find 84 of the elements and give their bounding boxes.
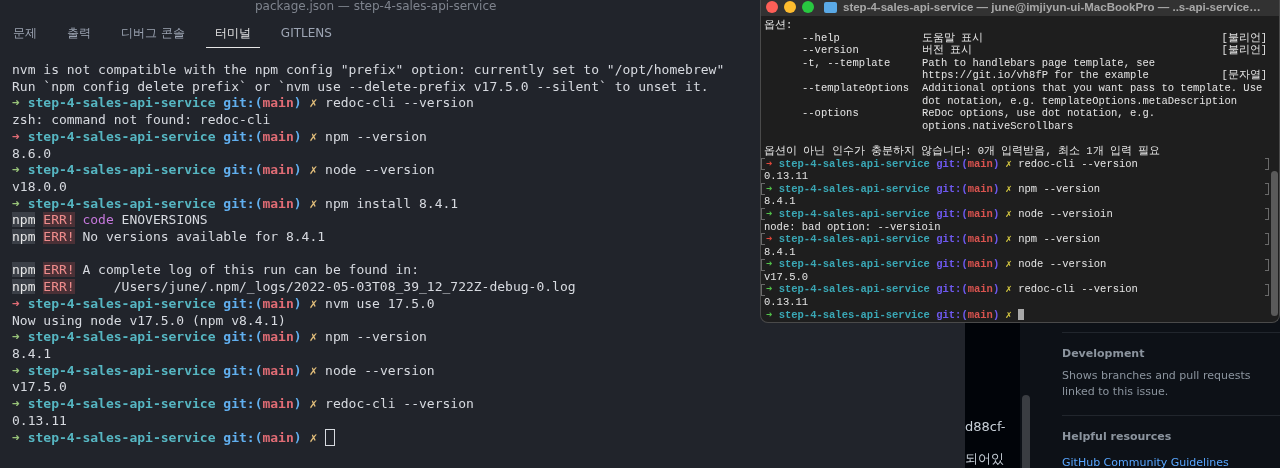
- zoom-icon[interactable]: [802, 1, 814, 13]
- terminal-line: 8.4.1: [764, 245, 796, 259]
- terminal-line: node: bad option: --versioin: [764, 220, 941, 234]
- scrollbar[interactable]: [1022, 395, 1030, 468]
- prompt-line: ➜ step-4-sales-api-service git:(main) ✗ nvm use 17.5.0: [12, 295, 435, 313]
- option-description: dot notation, e.g. templateOptions.metaDescription: [922, 94, 1238, 108]
- line-mark-icon: [1265, 283, 1269, 296]
- window-title: step-4-sales-api-service — june@imjiyun-ui-MacBookPro — ..s-api-service…: [843, 1, 1261, 13]
- line-mark-icon: [761, 208, 765, 221]
- prompt-line: ➜ step-4-sales-api-service git:(main) ✗ node --version: [12, 162, 435, 179]
- line-mark-icon: [761, 183, 765, 195]
- line-mark-icon: [1265, 258, 1269, 271]
- options-heading: 옵션:: [764, 19, 793, 32]
- window-title: package.json — step-4-sales-api-service: [255, 0, 497, 14]
- minimize-icon[interactable]: [784, 1, 796, 13]
- terminal-line: v18.0.0: [12, 178, 67, 196]
- terminal-line: 0.13.11: [764, 170, 809, 183]
- section-heading: Helpful resources: [1062, 430, 1173, 443]
- prompt-line: ➜ step-4-sales-api-service git:(main) ✗ redoc-cli --version: [12, 95, 474, 113]
- panel-tab[interactable]: 문제: [4, 18, 46, 48]
- terminal-line: zsh: command not found: redoc-cli: [12, 112, 271, 129]
- prompt-line: ➜ step-4-sales-api-service git:(main) ✗ redoc-cli --version: [766, 283, 1138, 297]
- error-line: npm ERR! /Users/june/.npm/_logs/2022-05-03T08_39_12_722Z-debug-0.log: [12, 279, 576, 296]
- prompt-line: ➜ step-4-sales-api-service git:(main) ✗ redoc-cli --version: [12, 396, 474, 413]
- option-description: ReDoc options, use dot notation, e.g.: [922, 107, 1156, 120]
- prompt-line: ➜ step-4-sales-api-service git:(main) ✗ node --version: [12, 362, 435, 380]
- prompt-line: ➜ step-4-sales-api-service git:(main) ✗ npm --version: [766, 233, 1101, 246]
- terminal-line: Now using node v17.5.0 (npm v8.4.1): [12, 312, 286, 330]
- option-name: --options: [802, 107, 859, 120]
- panel-tab[interactable]: GITLENS: [271, 20, 341, 46]
- error-line: npm ERR! A complete log of this run can be found in:: [12, 262, 419, 280]
- terminal-line: 0.13.11: [764, 296, 809, 309]
- scrollbar[interactable]: [1271, 171, 1278, 316]
- line-mark-icon: [761, 258, 765, 271]
- option-name: --templateOptions: [802, 81, 910, 94]
- terminal-line: Run `npm config delete prefix` or `nvm use --delete-prefix v17.5.0 --silent` to unset it.: [12, 78, 709, 96]
- panel-tab[interactable]: 터미널: [205, 18, 260, 48]
- error-message: 옵션이 아닌 인수가 충분하지 않습니다: 0개 입력받음, 최소 1개 입력 필요: [764, 144, 1161, 158]
- option-description: Additional options that you want pass to template. Use: [922, 81, 1263, 95]
- terminal-line: v17.5.0: [12, 379, 67, 397]
- line-mark-icon: [761, 233, 765, 246]
- line-mark-icon: [761, 283, 765, 296]
- line-mark-icon: [1265, 157, 1269, 170]
- option-description: Path to handlebars page template, see: [922, 56, 1156, 70]
- prompt-line: ➜ step-4-sales-api-service git:(main) ✗ node --versioin: [766, 207, 1113, 221]
- option-name: -t, --template: [802, 56, 891, 69]
- option-name: --version: [802, 44, 859, 57]
- terminal-line: 8.6.0: [12, 145, 52, 163]
- option-type: [문자열]: [1221, 69, 1267, 82]
- option-description: https://git.io/vh8fP for the example: [922, 69, 1149, 82]
- terminal-line: 8.4.1: [764, 195, 796, 208]
- prompt-line: ➜ step-4-sales-api-service git:(main) ✗ npm install 8.4.1: [12, 195, 459, 213]
- prompt-line: ➜ step-4-sales-api-service git:(main) ✗: [12, 429, 318, 447]
- terminal-line: 0.13.11: [12, 412, 67, 430]
- error-line: npm ERR! code ENOVERSIONS: [12, 212, 208, 230]
- prompt-line: ➜ step-4-sales-api-service git:(main) ✗: [766, 308, 1012, 322]
- line-mark-icon: [761, 157, 765, 170]
- line-mark-icon: [1265, 233, 1269, 246]
- folder-icon: [824, 1, 837, 13]
- terminal-line: v17.5.0: [764, 270, 809, 284]
- option-name: --help: [802, 31, 840, 44]
- option-description: 버전 표시: [922, 44, 973, 57]
- prompt-line: ➜ step-4-sales-api-service git:(main) ✗ redoc-cli --version: [766, 157, 1138, 171]
- option-description: 도움말 표시: [922, 31, 984, 45]
- terminal-line: 8.4.1: [12, 345, 52, 363]
- option-type: [불리언]: [1221, 44, 1267, 57]
- line-mark-icon: [1265, 183, 1269, 195]
- prompt-line: ➜ step-4-sales-api-service git:(main) ✗ npm --version: [12, 128, 427, 146]
- error-line: npm ERR! No versions available for 8.4.1: [12, 229, 326, 246]
- option-description: options.nativeScrollbars: [922, 119, 1074, 133]
- terminal-line: nvm is not compatible with the npm config "prefix" option: currently set to "/opt/homebrew": [12, 62, 725, 79]
- prompt-line: ➜ step-4-sales-api-service git:(main) ✗ npm --version: [766, 182, 1101, 196]
- line-mark-icon: [1265, 208, 1269, 221]
- page-text: 되어있: [965, 450, 1004, 468]
- section-text: Shows branches and pull requests linked to this issue.: [1062, 368, 1252, 400]
- panel-tab[interactable]: 출력: [58, 18, 100, 48]
- panel-tab[interactable]: 디버그 콘솔: [112, 18, 194, 48]
- prompt-line: ➜ step-4-sales-api-service git:(main) ✗ node --version: [766, 258, 1107, 271]
- resource-link[interactable]: GitHub Community Guidelines: [1062, 456, 1229, 468]
- close-icon[interactable]: [766, 1, 778, 13]
- section-heading: Development: [1062, 347, 1146, 360]
- option-type: [불리언]: [1221, 31, 1267, 45]
- prompt-line: ➜ step-4-sales-api-service git:(main) ✗ npm --version: [12, 329, 427, 346]
- page-text: d88cf-: [965, 419, 1006, 434]
